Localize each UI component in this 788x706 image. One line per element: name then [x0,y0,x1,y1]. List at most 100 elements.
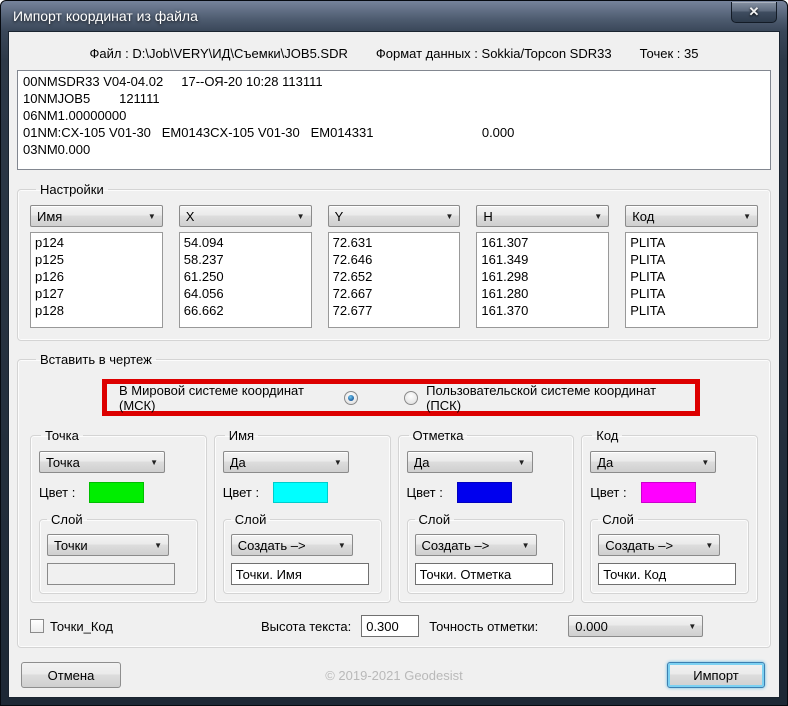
chevron-down-icon: ▼ [150,458,158,467]
code-layer-group: Слой Создать –> ▼ [590,512,749,594]
list-item[interactable]: 66.662 [184,302,307,319]
list-item[interactable]: 161.280 [481,285,604,302]
close-button[interactable]: ✕ [731,2,777,23]
column-code-dropdown[interactable]: Код ▼ [625,205,758,227]
import-button[interactable]: Импорт [667,662,765,688]
column-y: Y ▼ 72.63172.64672.65272.66772.677... [328,205,461,328]
elevation-subgroup-title: Отметка [409,428,468,443]
preview-line: 00NMSDR33 V04-04.02 17--ОЯ-20 10:28 1131… [23,73,765,90]
column-h-list[interactable]: 161.307161.349161.298161.280161.370... [476,232,609,328]
close-icon: ✕ [749,4,760,20]
list-item[interactable]: p127 [35,285,158,302]
chevron-down-icon: ▼ [688,622,696,631]
elevation-precision-dropdown[interactable]: 0.000 ▼ [568,615,703,637]
list-item[interactable]: PLITA [630,268,753,285]
wcs-radio-button[interactable] [344,391,358,405]
name-mode-dropdown[interactable]: Да ▼ [223,451,349,473]
list-item[interactable]: 54.094 [184,234,307,251]
list-item[interactable]: p126 [35,268,158,285]
settings-group: Настройки Имя ▼ p124p125p126p127p128... … [17,182,771,341]
ucs-radio-label: Пользовательской системе координат (ПСК) [426,383,683,413]
chevron-down-icon: ▼ [154,541,162,550]
settings-columns: Имя ▼ p124p125p126p127p128... X ▼ 54.094… [30,205,758,328]
point-layer-name-field [47,563,175,585]
points-code-checkbox[interactable] [30,619,44,633]
point-mode-dropdown[interactable]: Точка ▼ [39,451,165,473]
elevation-color-row: Цвет : [407,482,566,503]
list-item[interactable]: 72.667 [333,285,456,302]
chevron-down-icon: ▼ [148,212,156,221]
code-mode-dropdown[interactable]: Да ▼ [590,451,716,473]
name-color-label: Цвет : [223,485,259,500]
column-x-dropdown[interactable]: X ▼ [179,205,312,227]
list-item[interactable]: p125 [35,251,158,268]
list-item[interactable]: PLITA [630,234,753,251]
copyright-label: © 2019-2021 Geodesist [17,668,771,683]
chevron-down-icon: ▼ [445,212,453,221]
column-name: Имя ▼ p124p125p126p127p128... [30,205,163,328]
titlebar[interactable]: Импорт координат из файла [1,1,787,31]
list-item[interactable]: 58.237 [184,251,307,268]
code-layer-name-field[interactable] [598,563,736,585]
elevation-subgroup: Отметка Да ▼ Цвет : Слой Создать –> ▼ [398,428,575,603]
list-item[interactable]: ... [35,319,158,328]
insert-group: Вставить в чертеж В Мировой системе коор… [17,352,771,648]
elevation-layer-title: Слой [415,512,455,527]
column-name-list[interactable]: p124p125p126p127p128... [30,232,163,328]
chevron-down-icon: ▼ [518,458,526,467]
list-item[interactable]: 72.677 [333,302,456,319]
list-item[interactable]: 161.349 [481,251,604,268]
list-item[interactable]: 72.646 [333,251,456,268]
list-item[interactable]: ... [481,319,604,328]
list-item[interactable]: PLITA [630,251,753,268]
column-h-dropdown[interactable]: H ▼ [476,205,609,227]
cancel-button[interactable]: Отмена [21,662,121,688]
column-y-list[interactable]: 72.63172.64672.65272.66772.677... [328,232,461,328]
ucs-radio-button[interactable] [404,391,418,405]
point-color-swatch[interactable] [89,482,144,503]
elevation-layer-dropdown[interactable]: Создать –> ▼ [415,534,537,556]
name-subgroup-title: Имя [225,428,258,443]
elevation-color-swatch[interactable] [457,482,512,503]
data-format-label: Формат данных : Sokkia/Topcon SDR33 [376,46,612,61]
name-layer-value: Создать –> [238,538,334,553]
chevron-down-icon: ▼ [743,212,751,221]
column-x: X ▼ 54.09458.23761.25064.05666.662... [179,205,312,328]
list-item[interactable]: ... [630,319,753,328]
list-item[interactable]: 61.250 [184,268,307,285]
list-item[interactable]: 161.298 [481,268,604,285]
column-h: H ▼ 161.307161.349161.298161.280161.370.… [476,205,609,328]
file-preview-box[interactable]: 00NMSDR33 V04-04.02 17--ОЯ-20 10:28 1131… [17,70,771,170]
name-color-swatch[interactable] [273,482,328,503]
code-color-swatch[interactable] [641,482,696,503]
name-layer-name-field[interactable] [231,563,369,585]
import-dialog: Импорт координат из файла ✕ Файл : D:\Jo… [0,0,788,706]
list-item[interactable]: p124 [35,234,158,251]
list-item[interactable]: 161.370 [481,302,604,319]
elevation-mode-dropdown[interactable]: Да ▼ [407,451,533,473]
elevation-layer-name-field[interactable] [415,563,553,585]
preview-line: 10NMJOB5 121111 [23,90,765,107]
point-subgroup-title: Точка [41,428,83,443]
code-subgroup: Код Да ▼ Цвет : Слой Создать –> ▼ [581,428,758,603]
list-item[interactable]: p128 [35,302,158,319]
column-y-dropdown[interactable]: Y ▼ [328,205,461,227]
point-layer-value: Точки [54,538,150,553]
column-code-list[interactable]: PLITAPLITAPLITAPLITAPLITA... [625,232,758,328]
list-item[interactable]: 161.307 [481,234,604,251]
name-layer-dropdown[interactable]: Создать –> ▼ [231,534,353,556]
list-item[interactable]: 72.631 [333,234,456,251]
code-color-row: Цвет : [590,482,749,503]
point-layer-dropdown[interactable]: Точки ▼ [47,534,169,556]
text-height-input[interactable] [361,615,419,637]
point-subgroup: Точка Точка ▼ Цвет : Слой Точки ▼ [30,428,207,603]
list-item[interactable]: PLITA [630,302,753,319]
code-layer-dropdown[interactable]: Создать –> ▼ [598,534,720,556]
list-item[interactable]: ... [333,319,456,328]
column-name-dropdown[interactable]: Имя ▼ [30,205,163,227]
list-item[interactable]: ... [184,319,307,328]
list-item[interactable]: 72.652 [333,268,456,285]
list-item[interactable]: PLITA [630,285,753,302]
column-x-list[interactable]: 54.09458.23761.25064.05666.662... [179,232,312,328]
list-item[interactable]: 64.056 [184,285,307,302]
